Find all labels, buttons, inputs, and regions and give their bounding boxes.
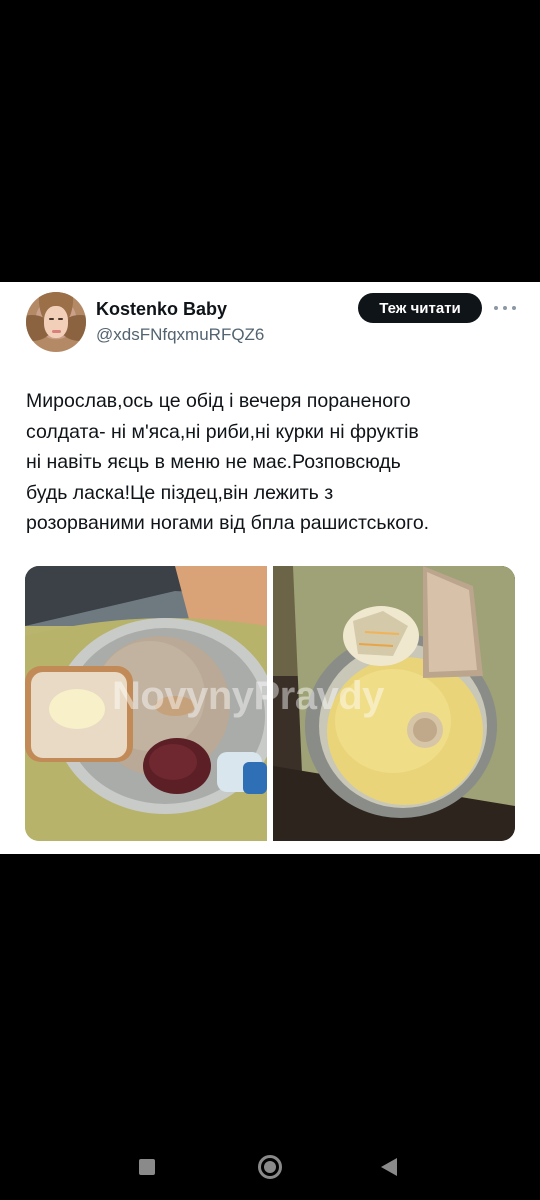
avatar-mouth xyxy=(52,330,61,333)
square-nav-icon[interactable] xyxy=(139,1159,155,1175)
food-photo-right[interactable] xyxy=(273,566,515,841)
food-photo-left-image xyxy=(25,566,267,841)
tweet-text-line: Мирослав,ось це обід і вечеря пораненого xyxy=(26,390,411,412)
avatar-eye xyxy=(58,318,63,320)
tweet-media[interactable] xyxy=(25,566,515,841)
tweet-card[interactable]: Kostenko Baby @xdsFNfqxmuRFQZ6 Теж читат… xyxy=(0,282,540,854)
system-nav-bar xyxy=(0,1140,540,1196)
triangle-back-icon[interactable] xyxy=(381,1158,397,1176)
avatar-face xyxy=(44,306,68,338)
tweet-text: Мирослав,ось це обід і вечеря пораненого… xyxy=(26,386,526,539)
tweet-text-line: ні навіть яєць в меню не має.Розповсюдь xyxy=(26,451,401,473)
tweet-text-line: будь ласка!Це піздец,він лежить з xyxy=(26,481,334,504)
avatar[interactable] xyxy=(26,292,86,352)
follow-button[interactable]: Теж читати xyxy=(358,293,482,323)
food-photo-right-image xyxy=(273,566,515,841)
avatar-eye xyxy=(49,318,54,320)
display-name[interactable]: Kostenko Baby xyxy=(96,299,227,320)
more-dot xyxy=(503,306,507,310)
tweet-text-line: солдата- ні м'яса,ні риби,ні курки ні фр… xyxy=(26,420,419,443)
circle-home-icon[interactable] xyxy=(258,1155,282,1179)
screen: Kostenko Baby @xdsFNfqxmuRFQZ6 Теж читат… xyxy=(0,0,540,1200)
user-handle[interactable]: @xdsFNfqxmuRFQZ6 xyxy=(96,325,264,345)
tweet-text-line: розорваними ногами від бпла рашистського… xyxy=(26,512,430,534)
food-photo-left[interactable] xyxy=(25,566,267,841)
more-icon[interactable] xyxy=(494,300,516,316)
more-dot xyxy=(494,306,498,310)
more-dot xyxy=(512,306,516,310)
